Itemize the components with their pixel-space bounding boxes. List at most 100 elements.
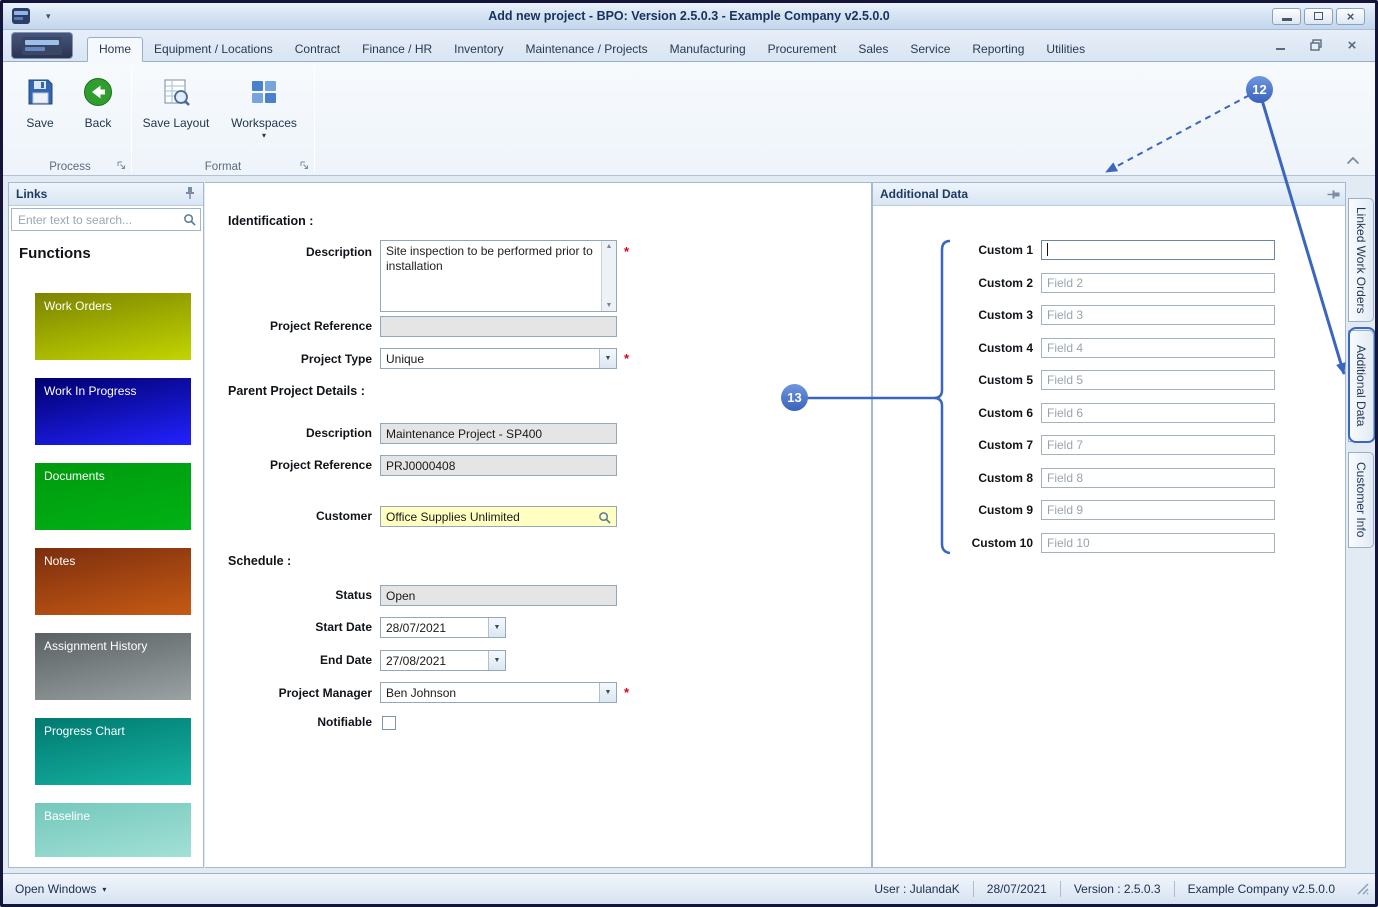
minimize-button[interactable] xyxy=(1272,7,1301,25)
custom-7-field[interactable] xyxy=(1041,435,1275,455)
back-button[interactable]: Back xyxy=(69,68,127,168)
window-title: Add new project - BPO: Version 2.5.0.3 -… xyxy=(488,9,890,23)
mdi-close-button[interactable]: × xyxy=(1345,37,1359,54)
custom-8-field[interactable] xyxy=(1041,468,1275,488)
tile-progress-chart[interactable]: Progress Chart xyxy=(35,718,191,785)
save-layout-button[interactable]: Save Layout xyxy=(139,68,213,168)
mdi-restore-button[interactable] xyxy=(1309,38,1323,52)
tab-additional-data[interactable]: Additional Data xyxy=(1348,330,1374,442)
scroll-down-icon[interactable]: ▼ xyxy=(602,302,616,309)
chevron-down-icon[interactable]: ▼ xyxy=(488,618,505,637)
additional-data-header: Additional Data xyxy=(873,183,1345,206)
chevron-down-icon[interactable]: ▼ xyxy=(599,349,616,368)
workspaces-dropdown-icon: ▾ xyxy=(261,131,266,140)
custom-7-label: Custom 7 xyxy=(978,438,1033,452)
custom-1-field[interactable] xyxy=(1041,240,1275,260)
ribbon-tab-procurement[interactable]: Procurement xyxy=(757,38,848,61)
resize-grip[interactable] xyxy=(1356,882,1369,898)
project-type-combo[interactable]: Unique ▼ xyxy=(380,348,617,369)
start-date-value: 28/07/2021 xyxy=(386,620,447,635)
status-company: Example Company v2.5.0.0 xyxy=(1187,882,1335,896)
tile-work-orders[interactable]: Work Orders xyxy=(35,293,191,360)
additional-data-title: Additional Data xyxy=(880,187,969,201)
ribbon-tab-contract[interactable]: Contract xyxy=(284,38,351,61)
autohide-pin-icon[interactable] xyxy=(1324,188,1341,200)
ribbon-collapse-icon[interactable] xyxy=(1345,155,1361,169)
tile-documents[interactable]: Documents xyxy=(35,463,191,530)
tab-customer-info[interactable]: Customer Info xyxy=(1348,452,1374,548)
ribbon-tab-utilities[interactable]: Utilities xyxy=(1035,38,1096,61)
custom-5-label: Custom 5 xyxy=(978,373,1033,387)
pin-icon[interactable] xyxy=(184,186,196,203)
custom-10-label: Custom 10 xyxy=(971,536,1033,550)
custom-10-field[interactable] xyxy=(1041,533,1275,553)
ribbon-tab-manufacturing[interactable]: Manufacturing xyxy=(659,38,757,61)
custom-4-label: Custom 4 xyxy=(978,341,1033,355)
custom-3-field[interactable] xyxy=(1041,305,1275,325)
chevron-down-icon[interactable]: ▼ xyxy=(488,651,505,670)
links-panel: Links Functions Work Orders Work In Prog… xyxy=(8,182,204,868)
tab-linked-work-orders[interactable]: Linked Work Orders xyxy=(1348,198,1374,322)
start-date-label: Start Date xyxy=(315,620,372,634)
scroll-up-icon[interactable]: ▲ xyxy=(602,243,616,250)
description-textarea[interactable]: Site inspection to be performed prior to… xyxy=(380,240,617,312)
ribbon-tab-equipment-locations[interactable]: Equipment / Locations xyxy=(143,38,284,61)
ribbon-tab-home[interactable]: Home xyxy=(87,37,144,62)
process-dialog-launcher-icon[interactable] xyxy=(116,160,127,171)
chevron-down-icon[interactable]: ▼ xyxy=(599,683,616,702)
search-icon[interactable] xyxy=(183,213,196,229)
mdi-minimize-button[interactable] xyxy=(1273,38,1287,52)
project-manager-combo[interactable]: Ben Johnson ▼ xyxy=(380,682,617,703)
parent-reference-field: PRJ0000408 xyxy=(380,455,617,476)
description-value: Site inspection to be performed prior to… xyxy=(386,244,593,273)
separator xyxy=(1173,881,1175,897)
open-windows-button[interactable]: Open Windows ▾ xyxy=(15,882,106,896)
workspaces-icon xyxy=(252,81,276,103)
project-type-label: Project Type xyxy=(300,352,372,366)
status-field: Open xyxy=(380,585,617,606)
parent-description-field: Maintenance Project - SP400 xyxy=(380,423,617,444)
description-scrollbar[interactable]: ▲ ▼ xyxy=(601,241,616,311)
ribbon-tab-finance-hr[interactable]: Finance / HR xyxy=(351,38,443,61)
tile-assignment-history[interactable]: Assignment History xyxy=(35,633,191,700)
schedule-header: Schedule : xyxy=(228,554,292,568)
project-manager-required-asterisk: * xyxy=(624,685,630,700)
dock-tab-strip: Linked Work Orders Additional Data Custo… xyxy=(1347,182,1376,868)
customer-search-icon[interactable] xyxy=(598,511,611,527)
customer-lookup-field[interactable]: Office Supplies Unlimited xyxy=(380,506,617,527)
notifiable-checkbox[interactable] xyxy=(382,716,396,730)
custom-6-label: Custom 6 xyxy=(978,406,1033,420)
ribbon-tab-sales[interactable]: Sales xyxy=(847,38,899,61)
links-search-input[interactable] xyxy=(11,208,201,231)
maximize-button[interactable] xyxy=(1304,7,1333,25)
description-label: Description xyxy=(305,245,372,259)
start-date-combo[interactable]: 28/07/2021 ▼ xyxy=(380,617,506,638)
custom-2-label: Custom 2 xyxy=(978,276,1033,290)
status-user: User : JulandaK xyxy=(874,882,960,896)
project-reference-label: Project Reference xyxy=(269,319,372,333)
ribbon-tab-service[interactable]: Service xyxy=(899,38,961,61)
custom-9-field[interactable] xyxy=(1041,500,1275,520)
end-date-combo[interactable]: 27/08/2021 ▼ xyxy=(380,650,506,671)
custom-2-field[interactable] xyxy=(1041,273,1275,293)
tile-work-in-progress[interactable]: Work In Progress xyxy=(35,378,191,445)
ribbon: Save Back Save Layout Workspaces ▾ Proce… xyxy=(3,61,1375,176)
ribbon-tab-inventory[interactable]: Inventory xyxy=(443,38,514,61)
minimize-icon xyxy=(1281,18,1292,21)
custom-6-field[interactable] xyxy=(1041,403,1275,423)
application-button[interactable] xyxy=(11,32,73,59)
format-dialog-launcher-icon[interactable] xyxy=(299,160,310,171)
text-cursor xyxy=(1047,243,1048,256)
custom-5-field[interactable] xyxy=(1041,370,1275,390)
status-date: 28/07/2021 xyxy=(986,882,1047,896)
workspaces-button[interactable]: Workspaces ▾ xyxy=(225,68,303,168)
ribbon-tab-reporting[interactable]: Reporting xyxy=(961,38,1035,61)
group-label-process: Process xyxy=(49,161,91,173)
close-button[interactable]: × xyxy=(1336,7,1365,25)
tile-baseline[interactable]: Baseline xyxy=(35,803,191,857)
ribbon-tab-maintenance-projects[interactable]: Maintenance / Projects xyxy=(515,38,659,61)
tile-notes[interactable]: Notes xyxy=(35,548,191,615)
custom-4-field[interactable] xyxy=(1041,338,1275,358)
save-button[interactable]: Save xyxy=(11,68,69,168)
parent-description-label: Description xyxy=(305,426,372,440)
